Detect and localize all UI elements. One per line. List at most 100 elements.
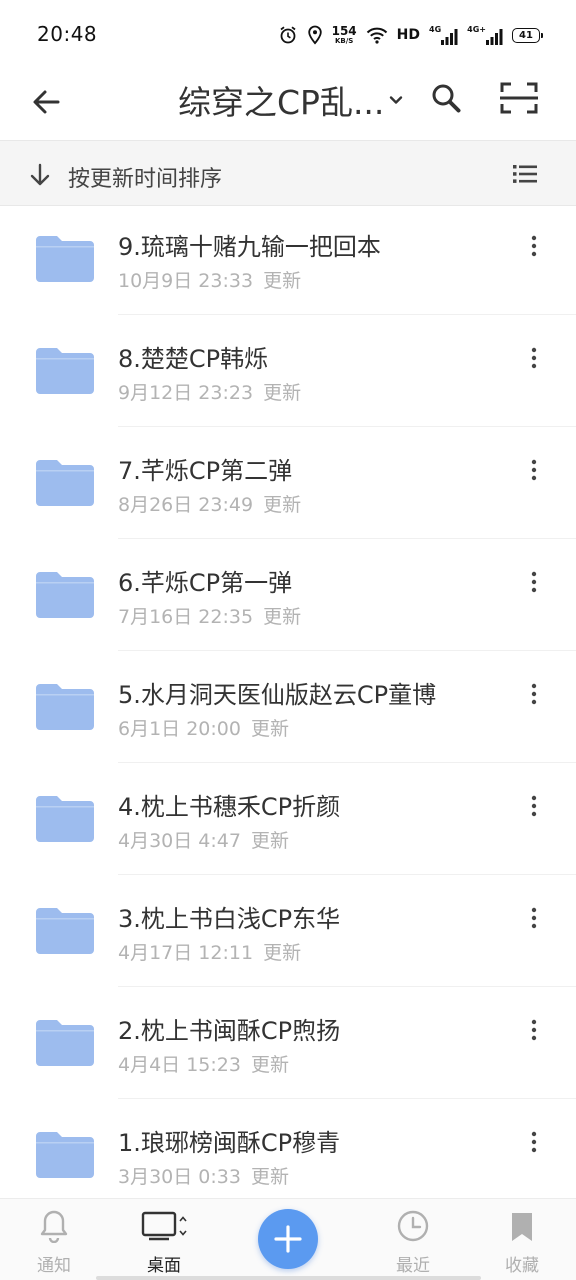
nav-item-favorites[interactable]: 收藏 [472,1199,572,1280]
folder-title-dropdown[interactable]: 综穿之CP乱... [178,74,404,126]
nav-item-desktop[interactable]: 桌面 [114,1199,214,1280]
list-view-button[interactable] [508,157,542,191]
list-item[interactable]: 3.枕上书白浅CP东华 4月17日 12:11 更新 [0,874,576,986]
bookmark-icon [510,1199,534,1243]
folder-icon [36,796,94,842]
more-options-button[interactable] [516,900,552,936]
list-item[interactable]: 9.琉璃十赌九输一把回本 10月9日 23:33 更新 [0,202,576,314]
clock-icon [396,1199,430,1243]
file-status: 更新 [250,1054,289,1076]
list-item[interactable]: 7.芊烁CP第二弹 8月26日 23:49 更新 [0,426,576,538]
file-name: 5.水月洞天医仙版赵云CP童博 [118,681,437,709]
file-status: 更新 [263,942,302,964]
file-name: 9.琉璃十赌九输一把回本 [118,233,381,261]
nav-label: 收藏 [505,1256,539,1276]
more-vertical-icon [531,347,537,369]
more-options-button[interactable] [516,564,552,600]
nav-item-recent[interactable]: 最近 [363,1199,463,1280]
folder-icon [36,684,94,730]
file-date: 3月30日 0:33 [118,1166,241,1188]
add-button[interactable] [258,1209,318,1269]
sort-bar: 按更新时间排序 [0,140,576,206]
file-date: 4月30日 4:47 [118,830,241,852]
file-meta: 4月30日 4:47 更新 [118,826,289,853]
file-status: 更新 [250,718,289,740]
file-name: 4.枕上书穗禾CP折颜 [118,793,341,821]
home-indicator [96,1276,481,1280]
file-name: 1.琅琊榜闽酥CP穆青 [118,1129,341,1157]
more-options-button[interactable] [516,1124,552,1160]
folder-icon [36,236,94,282]
search-icon [432,84,461,113]
file-name: 3.枕上书白浅CP东华 [118,905,341,933]
file-status: 更新 [250,830,289,852]
more-options-button[interactable] [516,340,552,376]
alarm-icon [280,26,296,44]
sim1-signal: 4G [429,25,458,46]
more-options-button[interactable] [516,1012,552,1048]
file-meta: 10月9日 23:33 更新 [118,266,301,293]
file-date: 10月9日 23:33 [118,270,254,292]
page-title: 综穿之CP乱... [178,83,385,122]
file-meta: 9月12日 23:23 更新 [118,378,301,405]
file-date: 9月12日 23:23 [118,382,254,404]
folder-icon [36,348,94,394]
list-item[interactable]: 2.枕上书闽酥CP煦扬 4月4日 15:23 更新 [0,986,576,1098]
nav-label: 最近 [396,1256,430,1276]
scan-icon [500,82,538,114]
file-meta: 8月26日 23:49 更新 [118,490,301,517]
network-speed-unit: KB/S [334,37,354,45]
more-vertical-icon [531,459,537,481]
app-header: 综穿之CP乱... [0,70,576,140]
file-meta: 4月17日 12:11 更新 [118,938,301,965]
file-meta: 7月16日 22:35 更新 [118,602,301,629]
more-vertical-icon [531,795,537,817]
more-options-button[interactable] [516,228,552,264]
more-vertical-icon [531,571,537,593]
desktop-icon [141,1199,187,1243]
nav-label: 桌面 [147,1256,181,1276]
file-status: 更新 [250,1166,289,1188]
file-name: 7.芊烁CP第二弹 [118,457,293,485]
more-vertical-icon [531,1019,537,1041]
file-list: 9.琉璃十赌九输一把回本 10月9日 23:33 更新 8.楚楚CP韩烁 9月12… [0,202,576,1198]
file-status: 更新 [263,606,302,628]
more-options-button[interactable] [516,788,552,824]
signal-icon [486,28,503,45]
battery-icon: 41 [512,27,543,43]
hd-indicator: HD [396,27,421,43]
status-icons: 154 KB/S HD 4G 4G+ 41 [278,22,543,48]
more-vertical-icon [531,235,537,257]
list-item[interactable]: 5.水月洞天医仙版赵云CP童博 6月1日 20:00 更新 [0,650,576,762]
file-date: 7月16日 22:35 [118,606,254,628]
scan-button[interactable] [496,76,542,120]
list-view-icon [513,165,537,183]
list-item[interactable]: 4.枕上书穗禾CP折颜 4月30日 4:47 更新 [0,762,576,874]
bell-icon [39,1199,69,1243]
file-date: 4月17日 12:11 [118,942,254,964]
battery-level: 41 [519,29,533,41]
more-vertical-icon [531,683,537,705]
network-speed-value: 154 [331,24,357,38]
file-status: 更新 [263,382,302,404]
list-item[interactable]: 6.芊烁CP第一弹 7月16日 22:35 更新 [0,538,576,650]
file-date: 6月1日 20:00 [118,718,241,740]
search-button[interactable] [424,76,468,120]
folder-icon [36,1020,94,1066]
back-button[interactable] [24,80,68,124]
file-name: 8.楚楚CP韩烁 [118,345,269,373]
file-meta: 6月1日 20:00 更新 [118,714,289,741]
file-status: 更新 [263,270,302,292]
network-speed: 154 KB/S [332,25,357,45]
file-date: 8月26日 23:49 [118,494,254,516]
list-item[interactable]: 1.琅琊榜闽酥CP穆青 3月30日 0:33 更新 [0,1098,576,1198]
arrow-down-icon[interactable] [28,163,52,187]
sort-order-label[interactable]: 按更新时间排序 [68,161,222,193]
more-options-button[interactable] [516,676,552,712]
file-status: 更新 [263,494,302,516]
file-meta: 3月30日 0:33 更新 [118,1162,289,1189]
more-options-button[interactable] [516,452,552,488]
file-date: 4月4日 15:23 [118,1054,241,1076]
list-item[interactable]: 8.楚楚CP韩烁 9月12日 23:23 更新 [0,314,576,426]
nav-item-notifications[interactable]: 通知 [4,1199,104,1280]
